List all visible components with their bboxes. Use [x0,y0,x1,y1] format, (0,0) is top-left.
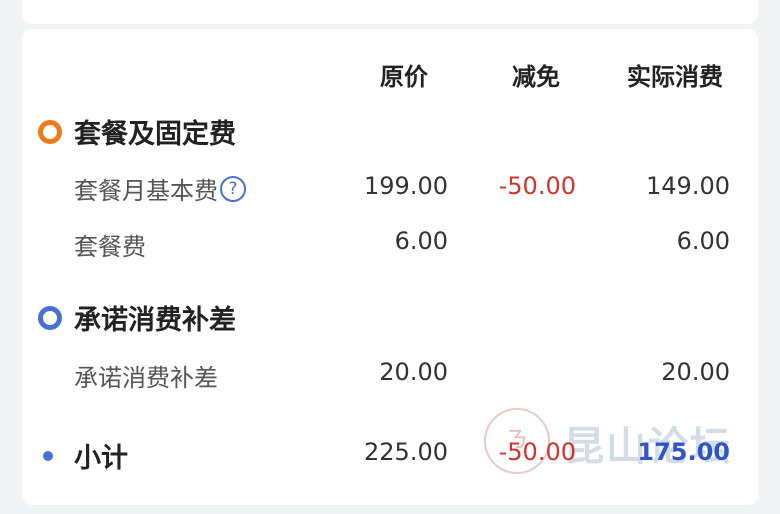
column-header-actual: 实际消费 [627,63,723,91]
subtotal-actual-value: 175.00 [637,438,730,466]
row-label-package-fee: 套餐费 [74,233,146,261]
column-header-discount: 减免 [512,63,560,91]
subtotal-discount-value: -50.00 [498,438,576,466]
section-title: 套餐及固定费 [74,119,236,150]
section-package-fixed-fees: 套餐及固定费 [38,112,236,151]
row-actual-value: 6.00 [676,227,730,255]
row-actual-value: 20.00 [661,358,730,386]
row-label-monthly-base-fee: 套餐月基本费 ? [74,171,246,206]
column-header-original: 原价 [380,63,428,91]
section-commitment-topup: 承诺消费补差 [38,298,236,337]
section-title: 承诺消费补差 [74,305,236,336]
subtotal-row: 小计 [38,436,128,475]
row-original-value: 20.00 [379,358,448,386]
subtotal-label: 小计 [74,443,128,474]
question-icon[interactable]: ? [220,175,246,202]
row-label-commitment-topup: 承诺消费补差 [74,364,218,392]
row-discount-value: -50.00 [498,172,576,200]
subtotal-original-value: 225.00 [364,438,448,466]
previous-card [22,0,758,24]
orange-ring-icon [38,119,62,144]
row-original-value: 6.00 [394,227,448,255]
blue-ring-icon [38,305,62,330]
row-original-value: 199.00 [364,172,448,200]
bullet-dot-icon [43,450,53,461]
row-actual-value: 149.00 [646,172,730,200]
